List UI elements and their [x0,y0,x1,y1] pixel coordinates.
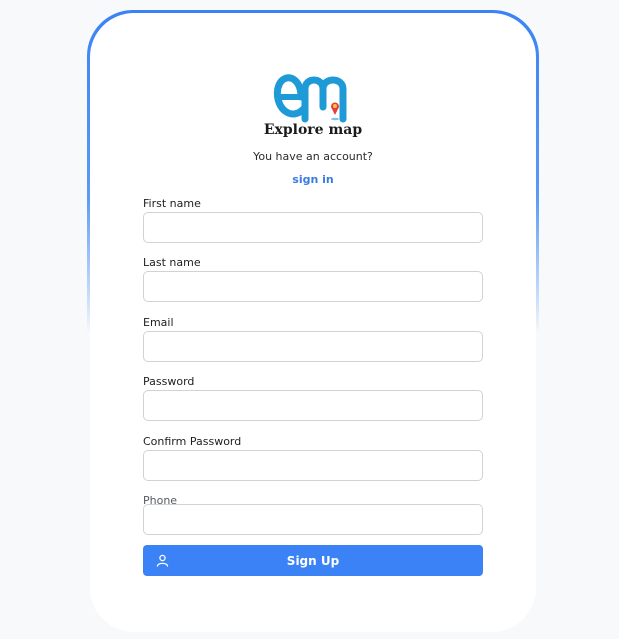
first-name-input[interactable] [143,212,483,243]
signup-card: Explore map You have an account? sign in… [90,13,536,632]
last-name-label: Last name [143,256,201,269]
confirm-password-label: Confirm Password [143,435,242,448]
signup-card-border: Explore map You have an account? sign in… [87,10,539,632]
password-input[interactable] [143,390,483,421]
brand-name: Explore map [263,122,363,138]
explore-map-logo [273,74,347,123]
have-account-text: You have an account? [253,150,373,163]
user-icon [156,554,169,567]
sign-up-label: Sign Up [286,553,340,568]
confirm-password-input[interactable] [143,450,483,481]
email-label: Email [143,316,174,329]
password-label: Password [143,375,195,388]
sign-up-button[interactable]: Sign Up [143,545,483,576]
email-input[interactable] [143,331,483,362]
last-name-input[interactable] [143,271,483,302]
first-name-label: First name [143,197,201,210]
signin-link[interactable]: sign in [90,173,536,186]
phone-input[interactable] [143,504,483,535]
